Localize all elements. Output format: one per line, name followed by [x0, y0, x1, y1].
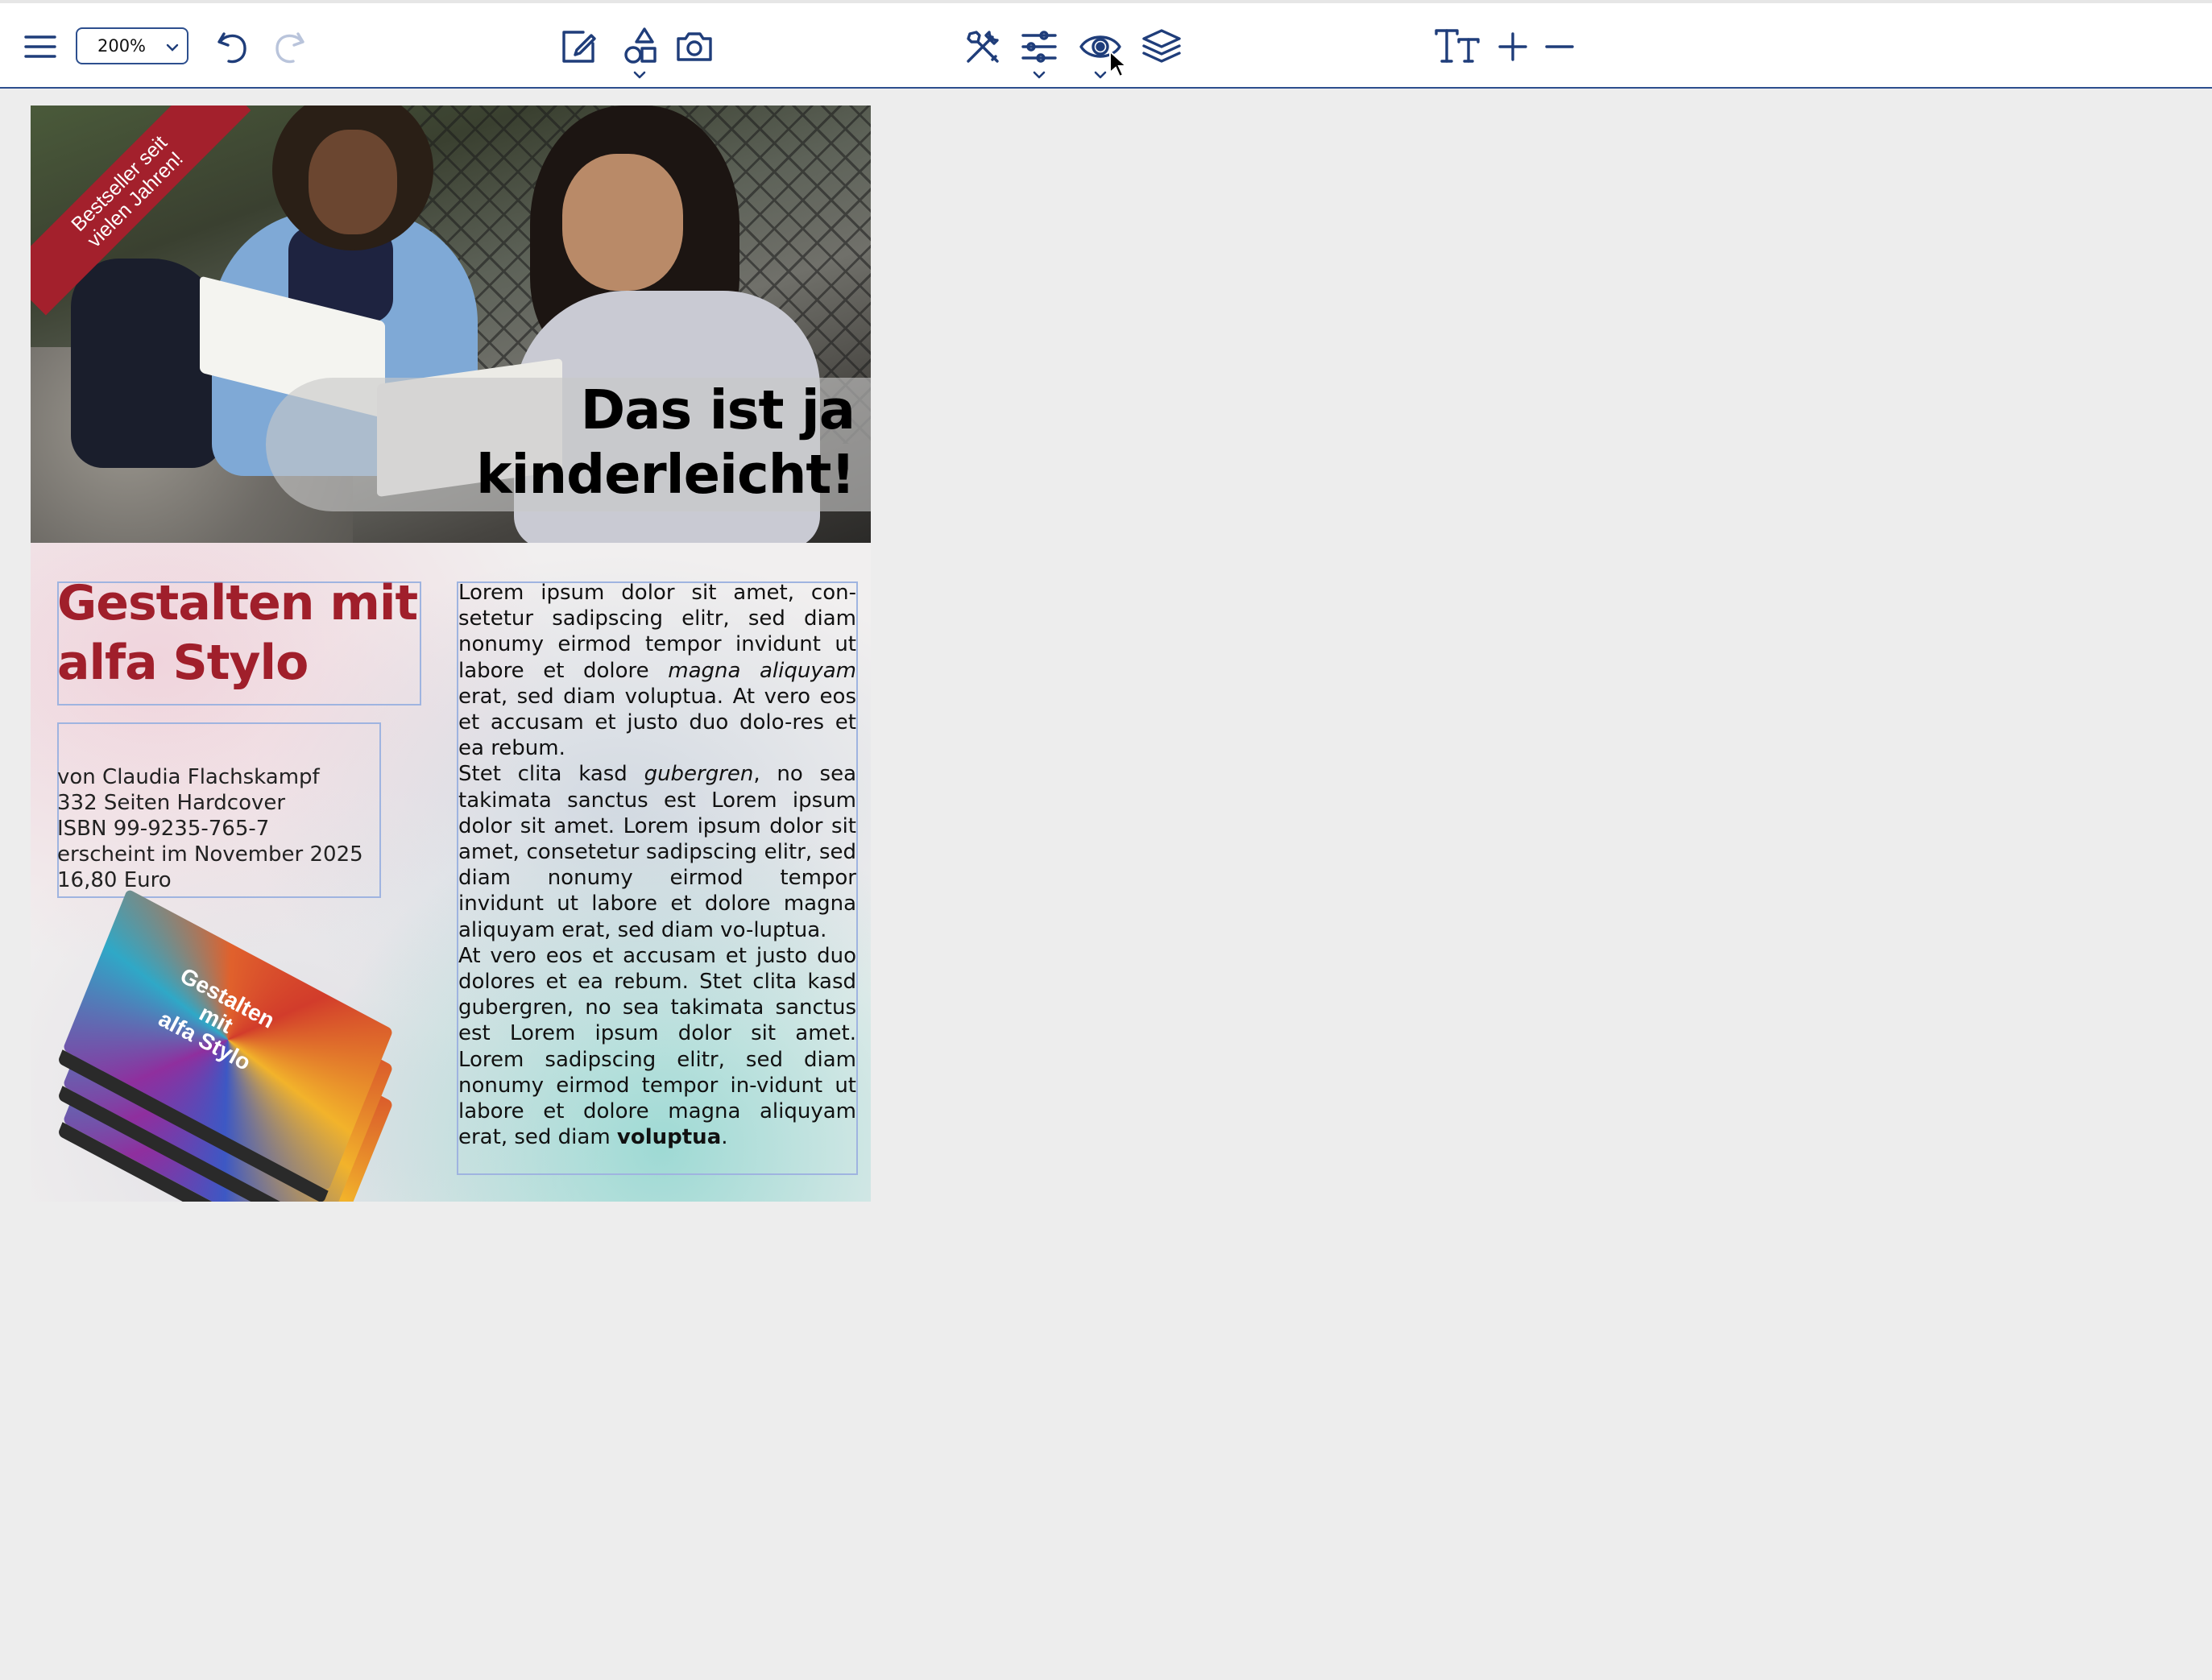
sliders-icon	[1021, 31, 1057, 63]
body-text-run: At vero eos et accusam et justo duo dolo…	[458, 943, 856, 1150]
text-size-button[interactable]	[1431, 23, 1487, 71]
layers-icon	[1142, 29, 1181, 63]
headline[interactable]: Das ist ja kinderleicht!	[353, 378, 855, 507]
edit-button[interactable]	[554, 23, 603, 71]
body-text-run: Stet clita kasd	[458, 762, 644, 787]
headline-line-1: Das ist ja	[580, 379, 855, 441]
chevron-down-icon[interactable]	[1032, 68, 1046, 79]
redo-icon	[275, 32, 304, 64]
body-paragraph-1: Lorem ipsum dolor sit amet, con-setetur …	[458, 580, 856, 761]
photo-person-left-face	[309, 130, 397, 234]
body-paragraph-3: At vero eos et accusam et justo duo dolo…	[458, 943, 856, 1151]
body-text-italic: gubergren	[644, 762, 754, 787]
body-paragraph-2: Stet clita kasd gubergren, no sea takima…	[458, 761, 856, 942]
menu-icon	[24, 35, 56, 58]
book-info[interactable]: von Claudia Flachskampf 332 Seiten Hardc…	[57, 764, 396, 893]
toolbar: 200%	[0, 0, 2212, 89]
undo-icon	[217, 32, 246, 64]
body-text[interactable]: Lorem ipsum dolor sit amet, con-setetur …	[458, 580, 856, 1150]
document-page[interactable]: Bestseller seit vielen Jahren! Das ist j…	[31, 106, 871, 1202]
undo-button[interactable]	[208, 23, 256, 71]
zoom-select[interactable]: 200%	[76, 27, 188, 64]
headline-line-2: kinderleicht!	[475, 443, 855, 506]
body-text-run: , no sea takimata sanctus est Lorem ipsu…	[458, 762, 857, 942]
book-title[interactable]: Gestalten mit alfa Stylo	[57, 573, 423, 693]
mouse-cursor-icon	[1109, 50, 1128, 78]
text-size-icon	[1435, 29, 1480, 63]
edit-icon	[562, 31, 596, 63]
body-text-run: .	[721, 1125, 728, 1150]
body-text-bold: voluptua	[616, 1125, 722, 1150]
body-text-run: erat, sed diam voluptua. At vero eos et …	[458, 684, 856, 761]
chevron-down-icon[interactable]	[1093, 68, 1108, 79]
plus-icon	[1498, 32, 1527, 61]
info-price: 16,80 Euro	[57, 868, 172, 892]
tools-icon	[967, 31, 999, 63]
hero-photo[interactable]: Bestseller seit vielen Jahren! Das ist j…	[31, 106, 871, 543]
zoom-in-button[interactable]	[1489, 23, 1537, 71]
info-isbn: ISBN 99-9235-765-7	[57, 817, 270, 841]
tools-button[interactable]	[959, 23, 1007, 71]
chevron-down-icon	[166, 42, 179, 52]
redo-button[interactable]	[266, 23, 314, 71]
menu-button[interactable]	[16, 23, 64, 71]
zoom-value: 200%	[97, 36, 147, 56]
shapes-button[interactable]	[615, 23, 664, 71]
book-title-line-2: alfa Stylo	[57, 635, 309, 691]
zoom-out-button[interactable]	[1535, 23, 1584, 71]
minus-icon	[1545, 45, 1574, 48]
camera-button[interactable]	[670, 23, 719, 71]
layers-button[interactable]	[1137, 23, 1186, 71]
sliders-button[interactable]	[1015, 23, 1063, 71]
chevron-down-icon[interactable]	[632, 68, 647, 79]
body-text-italic: magna aliquyam	[668, 658, 857, 683]
photo-person-right-face	[562, 154, 683, 291]
info-release: erscheint im November 2025	[57, 842, 363, 867]
info-pages: 332 Seiten Hardcover	[57, 791, 286, 815]
info-author: von Claudia Flachskampf	[57, 765, 320, 789]
book-title-line-1: Gestalten mit	[57, 575, 418, 631]
camera-icon	[677, 32, 712, 61]
shapes-icon	[624, 27, 657, 64]
